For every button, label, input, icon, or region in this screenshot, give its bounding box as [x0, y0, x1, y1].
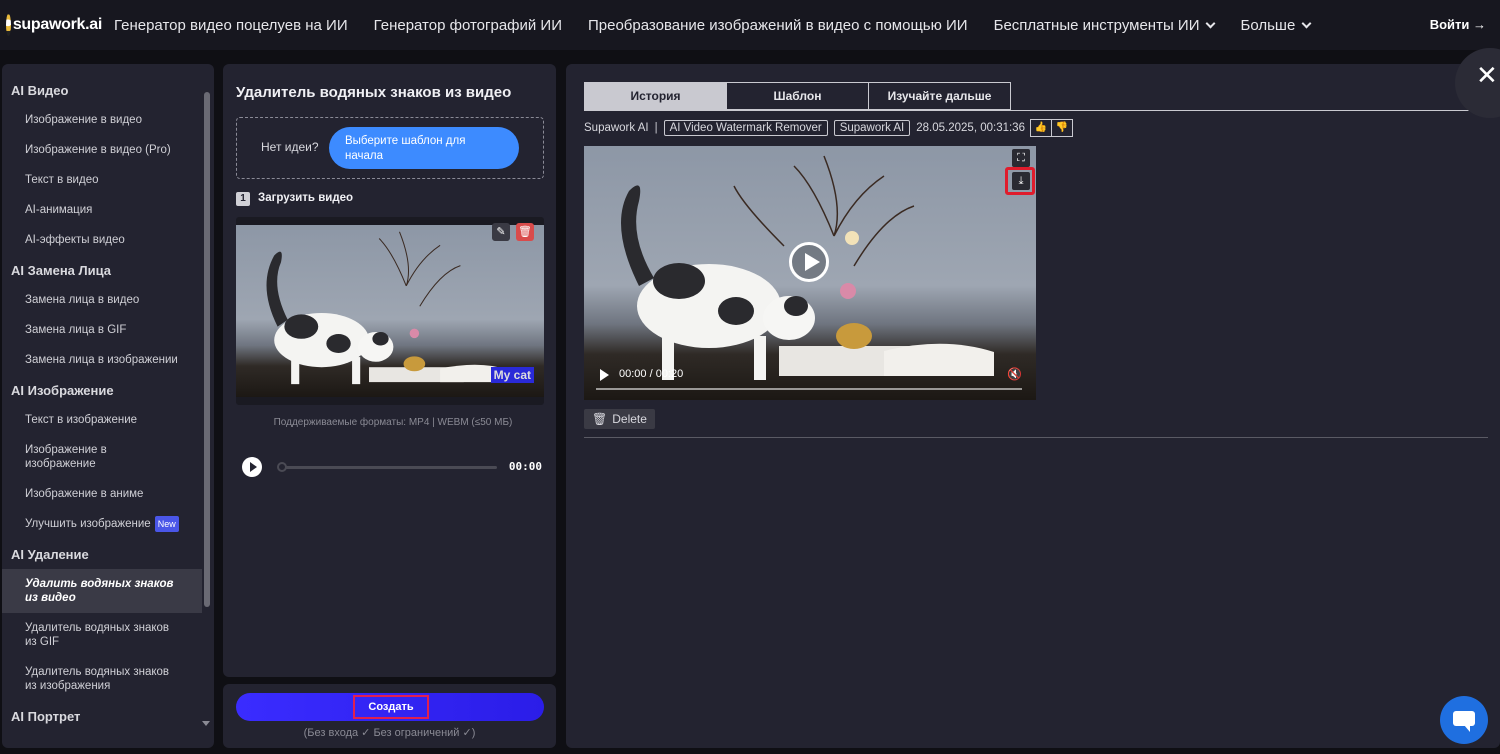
logo-text: supawork.ai — [12, 16, 102, 33]
result-divider — [584, 437, 1488, 438]
idea-question: Нет идеи? — [261, 140, 319, 154]
brand-chip[interactable]: Supawork AI — [833, 120, 911, 136]
scroll-down-icon[interactable] — [202, 721, 210, 726]
delete-result-button[interactable]: 🗑 Delete — [584, 409, 655, 429]
nav-links: Генератор видео поцелуев на ИИ Генератор… — [114, 17, 1336, 34]
tab-explore-more[interactable]: Изучайте дальше — [868, 82, 1011, 110]
nav-link-more[interactable]: Больше — [1240, 17, 1312, 34]
download-highlight — [1005, 167, 1035, 195]
chat-support-button[interactable] — [1440, 696, 1488, 744]
video-frame-image: My cat — [236, 225, 544, 397]
tab-template[interactable]: Шаблон — [726, 82, 869, 110]
video-progress-bar[interactable] — [596, 388, 1022, 390]
play-button[interactable] — [242, 457, 262, 477]
sidebar-item-face-swap-image[interactable]: Замена лица в изображении — [2, 345, 214, 375]
result-panel: История Шаблон Изучайте дальше Supawork … — [566, 64, 1500, 748]
close-icon[interactable]: ✕ — [1476, 60, 1498, 91]
sidebar-section-ai-removal: AI Удаление — [11, 546, 89, 562]
nav-link-kiss-video[interactable]: Генератор видео поцелуев на ИИ — [114, 17, 348, 34]
sidebar-item-image-watermark-remover[interactable]: Удалитель водяных знаков из изображения — [2, 657, 192, 701]
sidebar-item-label: Улучшить изображение — [25, 518, 151, 530]
create-button-label: Создать — [353, 695, 429, 719]
top-navigation: supawork.ai Генератор видео поцелуев на … — [0, 0, 1500, 50]
choose-template-button[interactable]: Выберите шаблон для начала — [329, 127, 519, 169]
seek-bar[interactable] — [280, 466, 497, 469]
tool-chip[interactable]: AI Video Watermark Remover — [663, 120, 828, 136]
tool-title: Удалитель водяных знаков из видео — [236, 84, 512, 101]
seek-handle[interactable] — [277, 462, 287, 472]
mute-icon[interactable]: 🔇 — [1007, 367, 1022, 381]
video-time: 00:00 / 00:20 — [619, 368, 684, 380]
result-source: Supawork AI — [584, 122, 649, 134]
create-note: (Без входа ✓ Без ограничений ✓) — [303, 727, 476, 739]
result-meta: Supawork AI | AI Video Watermark Remover… — [584, 119, 1073, 137]
trash-icon: 🗑 — [592, 412, 608, 426]
thumbs-up-icon[interactable]: 👍 — [1029, 119, 1052, 137]
step-number: 1 — [236, 192, 250, 206]
video-controls: 00:00 / 00:20 🔇 — [584, 356, 1036, 400]
nav-link-photo-generator[interactable]: Генератор фотографий ИИ — [374, 17, 562, 34]
sidebar-scrollbar[interactable] — [204, 92, 210, 607]
result-tabs: История Шаблон Изучайте дальше — [584, 82, 1011, 110]
sidebar-item-ai-video-effects[interactable]: AI-эффекты видео — [2, 225, 214, 255]
nav-link-free-tools[interactable]: Бесплатные инструменты ИИ — [994, 17, 1216, 34]
sidebar-item-face-swap-gif[interactable]: Замена лица в GIF — [2, 315, 214, 345]
audio-player: 00:00 — [242, 457, 542, 477]
sidebar-section-ai-portrait: AI Портрет — [11, 708, 81, 724]
fullscreen-icon[interactable]: ⛶ — [1012, 149, 1030, 167]
sidebar-item-face-swap-video[interactable]: Замена лица в видео — [2, 285, 214, 315]
new-badge: New — [154, 516, 179, 532]
delete-label: Delete — [612, 412, 647, 426]
tool-panel: Удалитель водяных знаков из видео Нет ид… — [223, 64, 556, 677]
sidebar-item-enhance-image[interactable]: Улучшить изображение New — [2, 509, 214, 539]
sidebar-section-ai-video: AI Видео — [11, 82, 69, 98]
sidebar-item-gif-watermark-remover[interactable]: Удалитель водяных знаков из GIF — [2, 613, 192, 657]
big-play-button[interactable] — [789, 242, 829, 282]
nav-link-image-to-video[interactable]: Преобразование изображений в видео с пом… — [588, 17, 968, 34]
thumbs-down-icon[interactable]: 👎 — [1050, 119, 1073, 137]
video-watermark-text: My cat — [490, 367, 534, 383]
sidebar-item-image-to-video[interactable]: Изображение в видео — [2, 105, 214, 135]
sidebar-item-image-to-video-pro[interactable]: Изображение в видео (Pro) — [2, 135, 214, 165]
template-suggestion-box: Нет идеи? Выберите шаблон для начала — [236, 117, 544, 179]
result-timestamp: 28.05.2025, 00:31:36 — [916, 122, 1025, 134]
sidebar-item-text-to-image[interactable]: Текст в изображение — [2, 405, 214, 435]
chevron-down-icon — [1206, 18, 1216, 28]
sidebar-section-ai-image: AI Изображение — [11, 382, 114, 398]
sidebar-item-image-to-anime[interactable]: Изображение в аниме — [2, 479, 214, 509]
trash-icon: 🗑 — [518, 226, 532, 238]
pencil-icon: ✎ — [496, 226, 506, 238]
logo-icon — [6, 14, 11, 36]
sidebar: AI Видео Изображение в видео Изображение… — [2, 64, 214, 748]
play-icon[interactable] — [600, 369, 609, 381]
meta-separator: | — [654, 122, 658, 134]
create-panel: Создать (Без входа ✓ Без ограничений ✓) — [223, 684, 556, 748]
delete-upload-button[interactable]: 🗑 — [516, 223, 534, 241]
uploaded-video-thumbnail: My cat ✎ 🗑 — [236, 217, 544, 405]
sidebar-item-image-to-image[interactable]: Изображение в изображение — [2, 435, 142, 479]
create-button[interactable]: Создать — [236, 693, 544, 721]
sidebar-item-video-watermark-remover[interactable]: Удалить водяных знаков из видео — [2, 569, 202, 613]
tabs-underline — [584, 110, 1488, 111]
sidebar-item-ai-animation[interactable]: AI-анимация — [2, 195, 214, 225]
tab-history[interactable]: История — [584, 82, 727, 110]
edit-video-button[interactable]: ✎ — [492, 223, 510, 241]
supported-formats-text: Поддерживаемые форматы: MP4 | WEBM (≤50 … — [273, 417, 513, 428]
result-video[interactable]: ⛶ ⤓ 00:00 / 00:20 🔇 — [584, 146, 1036, 400]
login-link[interactable]: Войти → — [1430, 17, 1486, 32]
chevron-down-icon — [1301, 18, 1312, 28]
upload-video-label: Загрузить видео — [258, 192, 354, 204]
logo[interactable]: supawork.ai — [6, 14, 102, 36]
sidebar-item-text-to-video[interactable]: Текст в видео — [2, 165, 214, 195]
sidebar-section-face-swap: AI Замена Лица — [11, 262, 112, 278]
player-time: 00:00 — [508, 460, 542, 473]
